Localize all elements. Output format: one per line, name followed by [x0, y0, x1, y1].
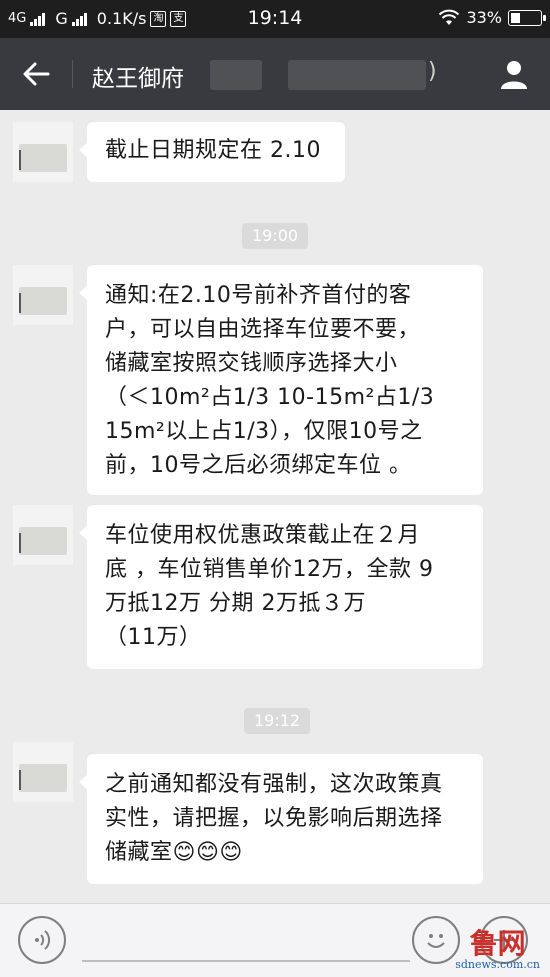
message-text: 户，可以自由选择车位要不要， [105, 317, 421, 342]
message-text: （11万） [105, 625, 202, 650]
message-text: 底 ，车位销售单价12万，全款 9 [105, 557, 434, 582]
sender-avatar[interactable] [13, 505, 73, 565]
watermark-text: 鲁网 [469, 927, 526, 960]
message-text: 车位使用权优惠政策截止在２月 [105, 523, 421, 548]
profile-icon[interactable] [496, 56, 532, 92]
smile-emoji-icon: 😊😊😊 [172, 840, 243, 865]
message-timestamp: 19:00 [242, 223, 309, 249]
emoji-button[interactable] [412, 916, 460, 964]
status-right: 33% [438, 8, 546, 27]
message-input[interactable] [82, 960, 410, 962]
message-bubble[interactable]: 截止日期规定在 2.10 [79, 122, 345, 182]
message-text: 前，10号之后必须绑定车位 。 [105, 453, 412, 478]
message-text: 储藏室按照交钱顺序选择大小 [105, 351, 398, 376]
back-arrow-icon[interactable] [18, 56, 54, 92]
wifi-icon [439, 9, 460, 25]
title-redaction-1 [210, 60, 262, 90]
chat-title-suffix: ) [428, 59, 437, 84]
message-text: 储藏室 [105, 840, 173, 865]
message-text: 万抵12万 分期 2万抵３万 [105, 591, 366, 616]
battery-icon [508, 9, 546, 26]
message-text: 通知:在2.10号前补齐首付的客 [105, 283, 412, 308]
message-bubble[interactable]: 之前通知都没有强制，这次政策真 实性，请把握，以免影响后期选择 储藏室😊😊😊 [79, 754, 483, 884]
message-text: 之前通知都没有强制，这次政策真 [105, 772, 443, 797]
chat-header: 赵王御府 ) [0, 38, 550, 110]
message-bubble[interactable]: 通知:在2.10号前补齐首付的客 户，可以自由选择车位要不要， 储藏室按照交钱顺… [79, 265, 483, 495]
input-bar: 鲁网 sdnews.com.cn [0, 903, 550, 977]
watermark-url: sdnews.com.cn [455, 958, 540, 971]
message-text: 15m²以上占1/3），仅限10号之 [105, 419, 423, 444]
chat-title: 赵王御府 [92, 66, 184, 92]
chat-messages[interactable]: 截止日期规定在 2.10 19:00 通知:在2.10号前补齐首付的客 户，可以… [0, 110, 550, 903]
sender-avatar[interactable] [13, 122, 73, 182]
message-text: 截止日期规定在 2.10 [105, 138, 321, 163]
sender-avatar[interactable] [13, 742, 73, 802]
emoji-icon [427, 934, 445, 948]
message-bubble[interactable]: 车位使用权优惠政策截止在２月 底 ，车位销售单价12万，全款 9 万抵12万 分… [79, 505, 483, 669]
message-text: 实性，请把握，以免影响后期选择 [105, 806, 443, 831]
voice-icon [35, 930, 51, 950]
header-divider [72, 60, 73, 88]
message-text: （＜10m²占1/3 10-15m²占1/3 [105, 385, 435, 410]
status-bar: 4G G 0.1K/s 淘 支 19:14 33% [0, 0, 550, 38]
watermark-logo: 鲁网 sdnews.com.cn [455, 929, 540, 971]
battery-percent: 33% [466, 8, 502, 27]
title-redaction-2 [288, 60, 426, 90]
voice-button[interactable] [18, 916, 66, 964]
sender-avatar[interactable] [13, 265, 73, 325]
message-timestamp: 19:12 [244, 708, 311, 734]
